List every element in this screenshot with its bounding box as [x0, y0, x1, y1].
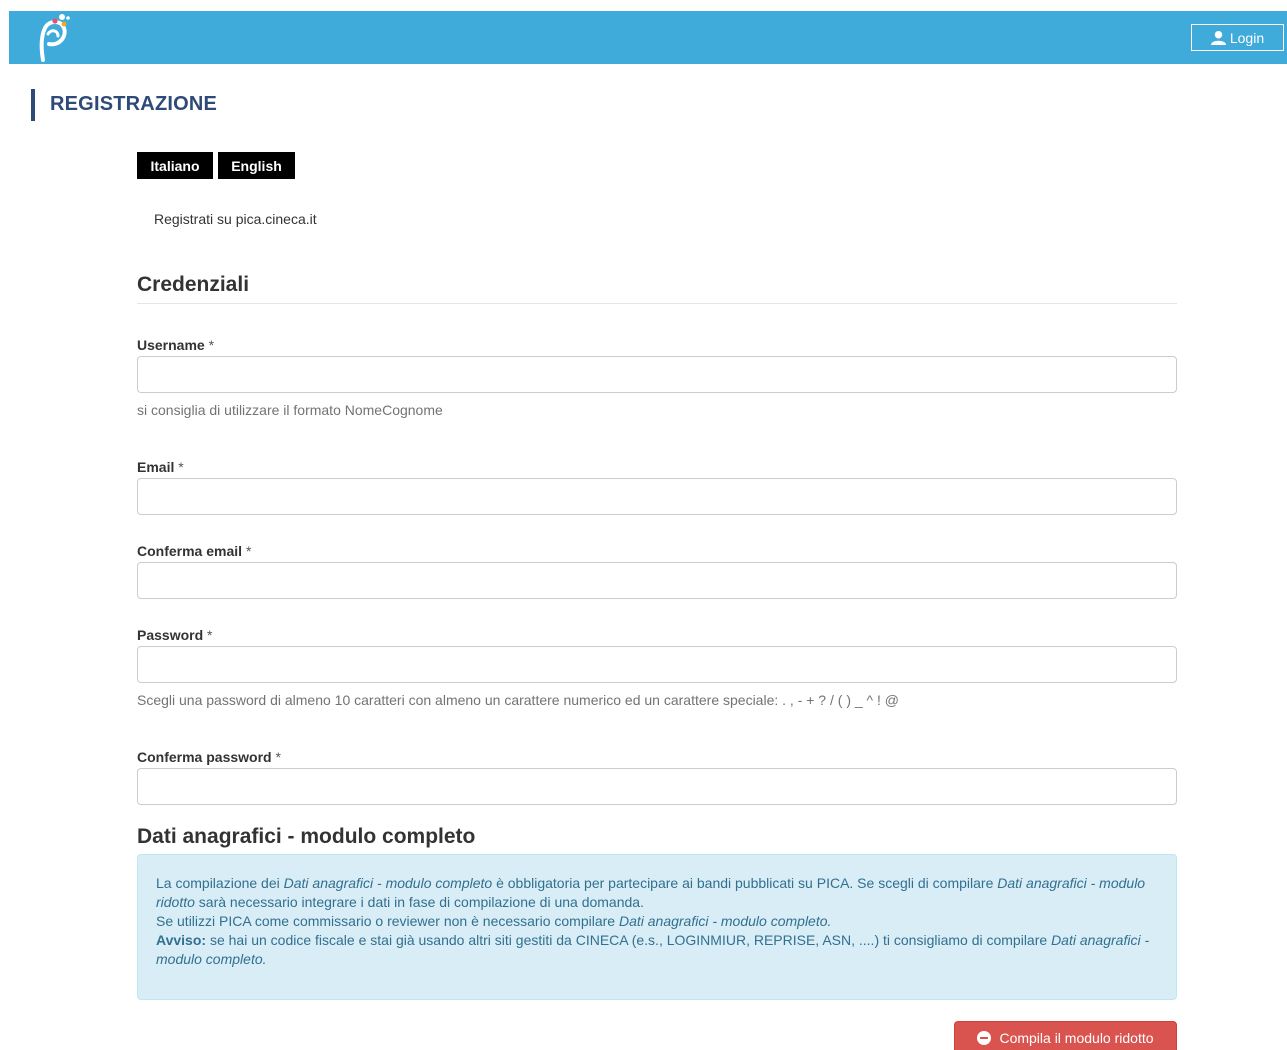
compila-modulo-ridotto-button[interactable]: Compila il modulo ridotto: [954, 1021, 1177, 1050]
login-button[interactable]: Login: [1191, 24, 1284, 51]
language-english-button[interactable]: English: [218, 152, 295, 179]
info-paragraph-3: Avviso: se hai un codice fiscale e stai …: [156, 932, 1150, 967]
pica-logo[interactable]: [31, 12, 71, 62]
confirm-password-label: Conferma password *: [137, 749, 281, 765]
minus-circle-icon: [977, 1031, 992, 1045]
intro-text: Registrati su pica.cineca.it: [154, 211, 317, 227]
password-help: Scegli una password di almeno 10 caratte…: [137, 692, 899, 708]
password-label: Password *: [137, 627, 213, 643]
top-navbar: Login: [9, 11, 1287, 64]
email-input[interactable]: [137, 478, 1177, 515]
language-italiano-button[interactable]: Italiano: [137, 152, 213, 179]
username-label: Username *: [137, 337, 215, 353]
user-icon: [1210, 30, 1226, 45]
confirm-email-label: Conferma email *: [137, 543, 252, 559]
email-label: Email *: [137, 459, 184, 475]
confirm-password-input[interactable]: [137, 768, 1177, 805]
page-title: REGISTRAZIONE: [50, 93, 218, 115]
page-title-accent: [31, 89, 35, 121]
anagrafici-heading: Dati anagrafici - modulo completo: [137, 825, 476, 848]
login-label: Login: [1229, 29, 1265, 46]
username-input[interactable]: [137, 356, 1177, 393]
confirm-email-input[interactable]: [137, 562, 1177, 599]
info-paragraph-1: La compilazione dei Dati anagrafici - mo…: [156, 875, 1146, 910]
section-divider: [137, 303, 1177, 304]
anagrafici-info-alert: La compilazione dei Dati anagrafici - mo…: [137, 854, 1177, 1000]
compila-button-label: Compila il modulo ridotto: [999, 1030, 1154, 1046]
password-input[interactable]: [137, 646, 1177, 683]
username-help: si consiglia di utilizzare il formato No…: [137, 402, 443, 418]
info-paragraph-2: Se utilizzi PICA come commissario o revi…: [156, 913, 832, 929]
credentials-heading: Credenziali: [137, 273, 250, 296]
